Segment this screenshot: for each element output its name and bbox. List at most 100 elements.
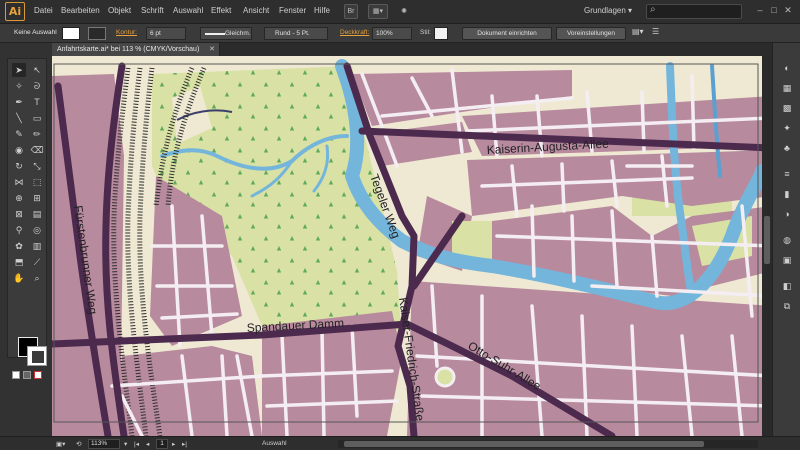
graphic-styles-panel-icon[interactable]: ▣ xyxy=(780,253,794,267)
menu-objekt[interactable]: Objekt xyxy=(108,6,131,15)
tools-panel: ➤ ↖ ✧ ᘐ ✒ T ╲ ▭ ✎ ✏ ◉ ⌫ ↻ ⤡ ⋈ ⬚ ⊕ ⊞ ⊠ ▤ … xyxy=(7,58,47,379)
horizontal-scrollbar[interactable] xyxy=(338,440,758,448)
stroke-color-box[interactable] xyxy=(27,346,47,366)
document-tab[interactable]: Anfahrtskarte.ai* bei 113 % (CMYK/Vorsch… xyxy=(52,43,220,56)
color-panel-icon[interactable]: ◐ xyxy=(780,61,794,75)
rotate-view-icon[interactable]: ⟲ xyxy=(76,440,81,448)
arrange-icon[interactable]: ▤▾ xyxy=(632,27,644,36)
status-bar: ▣▾ ⟲ 113% ▾ |◂ ◂ 1 ▸ ▸| Auswahl xyxy=(0,436,800,450)
swatches-panel-icon[interactable]: ▩ xyxy=(780,101,794,115)
line-tool-icon[interactable]: ╲ xyxy=(12,111,26,125)
search-input[interactable] xyxy=(646,4,742,19)
scrollbar-thumb[interactable] xyxy=(764,216,770,264)
artboards-panel-icon[interactable]: ⧉ xyxy=(780,299,794,313)
first-artboard-icon[interactable]: |◂ xyxy=(134,440,139,448)
next-artboard-icon[interactable]: ▸ xyxy=(172,440,175,448)
perspective-grid-tool-icon[interactable]: ⊞ xyxy=(30,191,44,205)
selection-status: Keine Auswahl xyxy=(14,29,57,36)
menu-bar: Ai Datei Bearbeiten Objekt Schrift Auswa… xyxy=(0,0,800,24)
color-guide-icon[interactable]: ▦ xyxy=(780,81,794,95)
eyedropper-tool-icon[interactable]: ⚲ xyxy=(12,223,26,237)
bridge-button[interactable]: Br xyxy=(344,4,358,19)
close-icon[interactable]: ✕ xyxy=(782,4,794,16)
slice-tool-icon[interactable]: ⟋ xyxy=(30,255,44,269)
appearance-panel-icon[interactable]: ◍ xyxy=(780,233,794,247)
zoom-field[interactable]: 113% xyxy=(88,439,120,449)
gradient-tool-icon[interactable]: ▤ xyxy=(30,207,44,221)
stroke-swatch[interactable] xyxy=(88,27,106,40)
pencil-tool-icon[interactable]: ✏ xyxy=(30,127,44,141)
workspace-switcher[interactable]: Grundlagen ▾ xyxy=(584,6,632,15)
menu-hilfe[interactable]: Hilfe xyxy=(314,6,330,15)
menu-effekt[interactable]: Effekt xyxy=(211,6,231,15)
workspace-label: Grundlagen xyxy=(584,6,626,15)
fill-swatch[interactable] xyxy=(62,27,80,40)
gpu-performance-icon[interactable]: ✺ xyxy=(396,4,412,19)
preferences-button[interactable]: Voreinstellungen xyxy=(556,27,626,40)
graphic-style-swatch[interactable] xyxy=(434,27,448,40)
gradient-panel-icon[interactable]: ▮ xyxy=(780,187,794,201)
stroke-panel-icon[interactable]: ≡ xyxy=(780,167,794,181)
none-mode-icon[interactable] xyxy=(34,371,42,379)
hand-tool-icon[interactable]: ✋ xyxy=(12,271,26,285)
type-tool-icon[interactable]: T xyxy=(30,95,44,109)
artboard-canvas[interactable]: Kaiserin-Augusta-Allee Tegeler Weg Fürst… xyxy=(52,56,762,436)
eraser-tool-icon[interactable]: ⌫ xyxy=(30,143,44,157)
arrange-documents-icon[interactable]: ▦▾ xyxy=(368,4,388,19)
transparency-panel-icon[interactable]: ◑ xyxy=(780,207,794,221)
lasso-tool-icon[interactable]: ᘐ xyxy=(30,79,44,93)
document-setup-button[interactable]: Dokument einrichten xyxy=(462,27,552,40)
shape-builder-tool-icon[interactable]: ⊕ xyxy=(12,191,26,205)
menu-ansicht[interactable]: Ansicht xyxy=(243,6,269,15)
previous-artboard-icon[interactable]: ◂ xyxy=(146,440,149,448)
layers-panel-icon[interactable]: ◧ xyxy=(780,279,794,293)
horizontal-scrollbar-thumb[interactable] xyxy=(344,441,704,447)
vertical-scrollbar[interactable] xyxy=(762,56,772,436)
last-artboard-icon[interactable]: ▸| xyxy=(182,440,187,448)
stroke-line-preview xyxy=(205,33,225,35)
magic-wand-tool-icon[interactable]: ✧ xyxy=(12,79,26,93)
kontur-label[interactable]: Kontur: xyxy=(116,29,137,36)
document-tab-bar: Anfahrtskarte.ai* bei 113 % (CMYK/Vorsch… xyxy=(52,43,776,56)
style-label: Stil: xyxy=(420,29,431,36)
artboard-tool-icon[interactable]: ⬒ xyxy=(12,255,26,269)
direct-selection-tool-icon[interactable]: ↖ xyxy=(30,63,44,77)
mesh-tool-icon[interactable]: ⊠ xyxy=(12,207,26,221)
opacity-label[interactable]: Deckkraft: xyxy=(340,29,369,36)
free-transform-tool-icon[interactable]: ⬚ xyxy=(30,175,44,189)
artboard-number-field[interactable]: 1 xyxy=(156,439,168,449)
brush-select[interactable]: Rund - 5 Pt. xyxy=(264,27,328,40)
color-mode-icon[interactable] xyxy=(12,371,20,379)
rotate-tool-icon[interactable]: ↻ xyxy=(12,159,26,173)
zoom-tool-icon[interactable]: ⌕ xyxy=(30,271,44,285)
minimize-icon[interactable]: – xyxy=(754,4,766,16)
blob-brush-tool-icon[interactable]: ◉ xyxy=(12,143,26,157)
current-tool-status: Auswahl xyxy=(262,440,287,447)
stroke-weight-field[interactable]: 6 pt xyxy=(146,27,186,40)
symbol-sprayer-tool-icon[interactable]: ✿ xyxy=(12,239,26,253)
pen-tool-icon[interactable]: ✒ xyxy=(12,95,26,109)
maximize-icon[interactable]: □ xyxy=(768,4,780,16)
width-tool-icon[interactable]: ⋈ xyxy=(12,175,26,189)
zoom-dropdown-icon[interactable]: ▾ xyxy=(124,440,127,448)
opacity-field[interactable]: 100% xyxy=(372,27,412,40)
stroke-profile-label: Gleichm. xyxy=(225,30,251,37)
column-graph-tool-icon[interactable]: ▥ xyxy=(30,239,44,253)
menu-bearbeiten[interactable]: Bearbeiten xyxy=(61,6,100,15)
brushes-panel-icon[interactable]: ✦ xyxy=(780,121,794,135)
menu-fenster[interactable]: Fenster xyxy=(279,6,306,15)
paintbrush-tool-icon[interactable]: ✎ xyxy=(12,127,26,141)
menu-datei[interactable]: Datei xyxy=(34,6,53,15)
scale-tool-icon[interactable]: ⤡ xyxy=(30,159,44,173)
gradient-mode-icon[interactable] xyxy=(23,371,31,379)
panel-menu-icon[interactable]: ☰ xyxy=(652,27,659,36)
menu-schrift[interactable]: Schrift xyxy=(141,6,164,15)
rectangle-tool-icon[interactable]: ▭ xyxy=(30,111,44,125)
selection-tool-icon[interactable]: ➤ xyxy=(12,63,26,77)
close-tab-icon[interactable]: ✕ xyxy=(209,43,215,56)
blend-tool-icon[interactable]: ◎ xyxy=(30,223,44,237)
stroke-color-hole xyxy=(32,351,44,363)
status-bar-options-icon[interactable]: ▣▾ xyxy=(56,440,65,448)
menu-auswahl[interactable]: Auswahl xyxy=(173,6,203,15)
symbols-panel-icon[interactable]: ♣ xyxy=(780,141,794,155)
